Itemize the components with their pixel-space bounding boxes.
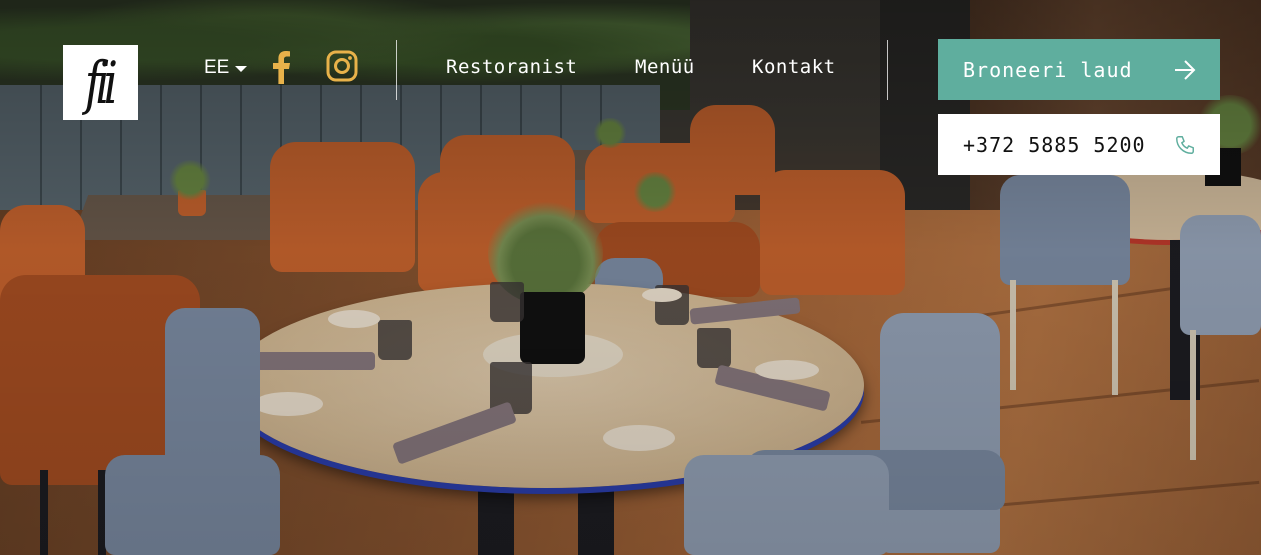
arrow-right-icon <box>1175 59 1196 80</box>
book-table-label: Broneeri laud <box>963 57 1133 82</box>
nav-item-menuu[interactable]: Menüü <box>635 56 695 78</box>
site-logo[interactable]: fii <box>63 45 138 120</box>
phone-number: +372 5885 5200 <box>963 132 1146 157</box>
nav-divider <box>396 40 397 100</box>
instagram-link[interactable] <box>326 50 358 82</box>
phone-icon <box>1176 135 1194 154</box>
facebook-link[interactable] <box>268 50 294 84</box>
book-table-button[interactable]: Broneeri laud <box>938 39 1220 100</box>
instagram-icon <box>326 50 358 82</box>
language-label: EE <box>204 57 230 78</box>
language-selector[interactable]: EE <box>204 57 248 79</box>
nav-item-kontakt[interactable]: Kontakt <box>752 56 836 78</box>
phone-button[interactable]: +372 5885 5200 <box>938 114 1220 175</box>
facebook-icon <box>273 51 290 84</box>
nav-divider <box>887 40 888 100</box>
logo-text: fii <box>85 48 118 117</box>
chevron-down-icon <box>235 66 248 72</box>
nav-item-restoranist[interactable]: Restoranist <box>446 56 577 78</box>
